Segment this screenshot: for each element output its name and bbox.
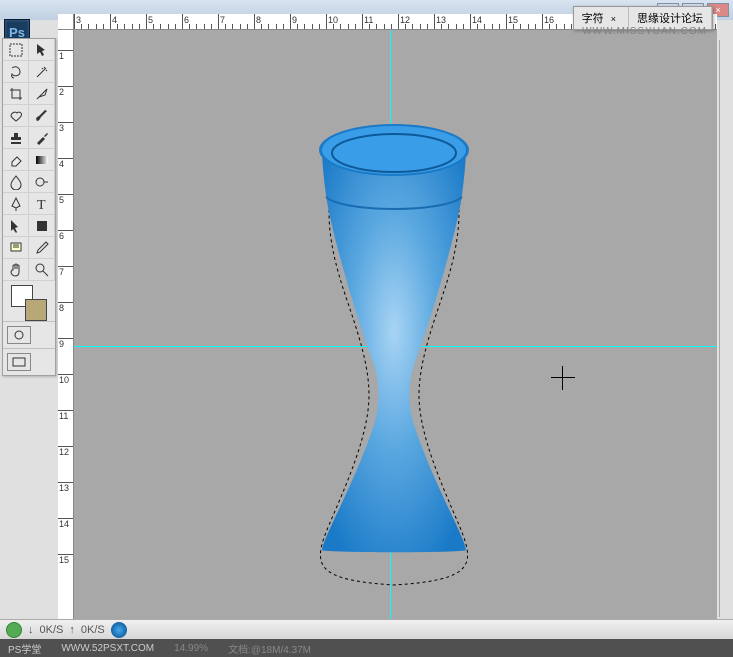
site-url: WWW.52PSXT.COM <box>61 643 154 654</box>
network-icon[interactable] <box>6 622 22 638</box>
marquee-tool[interactable] <box>3 39 29 61</box>
zoom-level: 14.99% <box>174 643 208 654</box>
screenmode-row <box>3 348 55 375</box>
tab-label: 字符 <box>582 13 604 25</box>
brush-tool[interactable] <box>29 105 55 127</box>
watermark-top: WWW.MISSYUAN.COM <box>582 26 707 37</box>
doc-info: 文档:@18M/4.37M <box>228 641 311 656</box>
eraser-tool[interactable] <box>3 149 29 171</box>
path-select-tool[interactable] <box>3 215 29 237</box>
bottom-bar: PS学堂 WWW.52PSXT.COM 14.99% 文档:@18M/4.37M <box>0 639 733 657</box>
tab-close-icon[interactable]: × <box>607 14 620 24</box>
vase-artwork <box>274 105 514 605</box>
status-bar: ↓ 0K/S ↑ 0K/S <box>0 619 733 639</box>
blur-tool[interactable] <box>3 171 29 193</box>
dodge-tool[interactable] <box>29 171 55 193</box>
color-swatches[interactable] <box>3 281 55 321</box>
cursor-crosshair <box>551 366 575 390</box>
svg-text:T: T <box>37 198 46 212</box>
upload-arrow: ↑ <box>69 624 75 636</box>
screen-mode-icon[interactable] <box>7 353 31 371</box>
eyedropper-tool[interactable] <box>29 237 55 259</box>
canvas[interactable] <box>74 30 717 641</box>
slice-tool[interactable] <box>29 83 55 105</box>
lasso-tool[interactable] <box>3 61 29 83</box>
gradient-tool[interactable] <box>29 149 55 171</box>
quickmask-row <box>3 321 55 348</box>
right-scrollbar[interactable] <box>719 40 733 617</box>
site-name: PS学堂 <box>8 641 41 656</box>
upload-speed: 0K/S <box>81 624 105 636</box>
tools-panel: T <box>2 38 56 376</box>
canvas-area: 34567891011121314151617181920 1234567891… <box>58 14 717 641</box>
standard-mode-icon[interactable] <box>7 326 31 344</box>
pen-tool[interactable] <box>3 193 29 215</box>
ruler-origin[interactable] <box>58 14 74 30</box>
move-tool[interactable] <box>29 39 55 61</box>
zoom-tool[interactable] <box>29 259 55 281</box>
ie-icon[interactable] <box>111 622 127 638</box>
hand-tool[interactable] <box>3 259 29 281</box>
shape-tool[interactable] <box>29 215 55 237</box>
stamp-tool[interactable] <box>3 127 29 149</box>
wand-tool[interactable] <box>29 61 55 83</box>
background-swatch[interactable] <box>25 299 47 321</box>
download-speed: 0K/S <box>40 624 64 636</box>
type-tool[interactable]: T <box>29 193 55 215</box>
history-brush-tool[interactable] <box>29 127 55 149</box>
heal-tool[interactable] <box>3 105 29 127</box>
notes-tool[interactable] <box>3 237 29 259</box>
vertical-ruler[interactable]: 123456789101112131415 <box>58 30 74 641</box>
crop-tool[interactable] <box>3 83 29 105</box>
download-arrow: ↓ <box>28 624 34 636</box>
